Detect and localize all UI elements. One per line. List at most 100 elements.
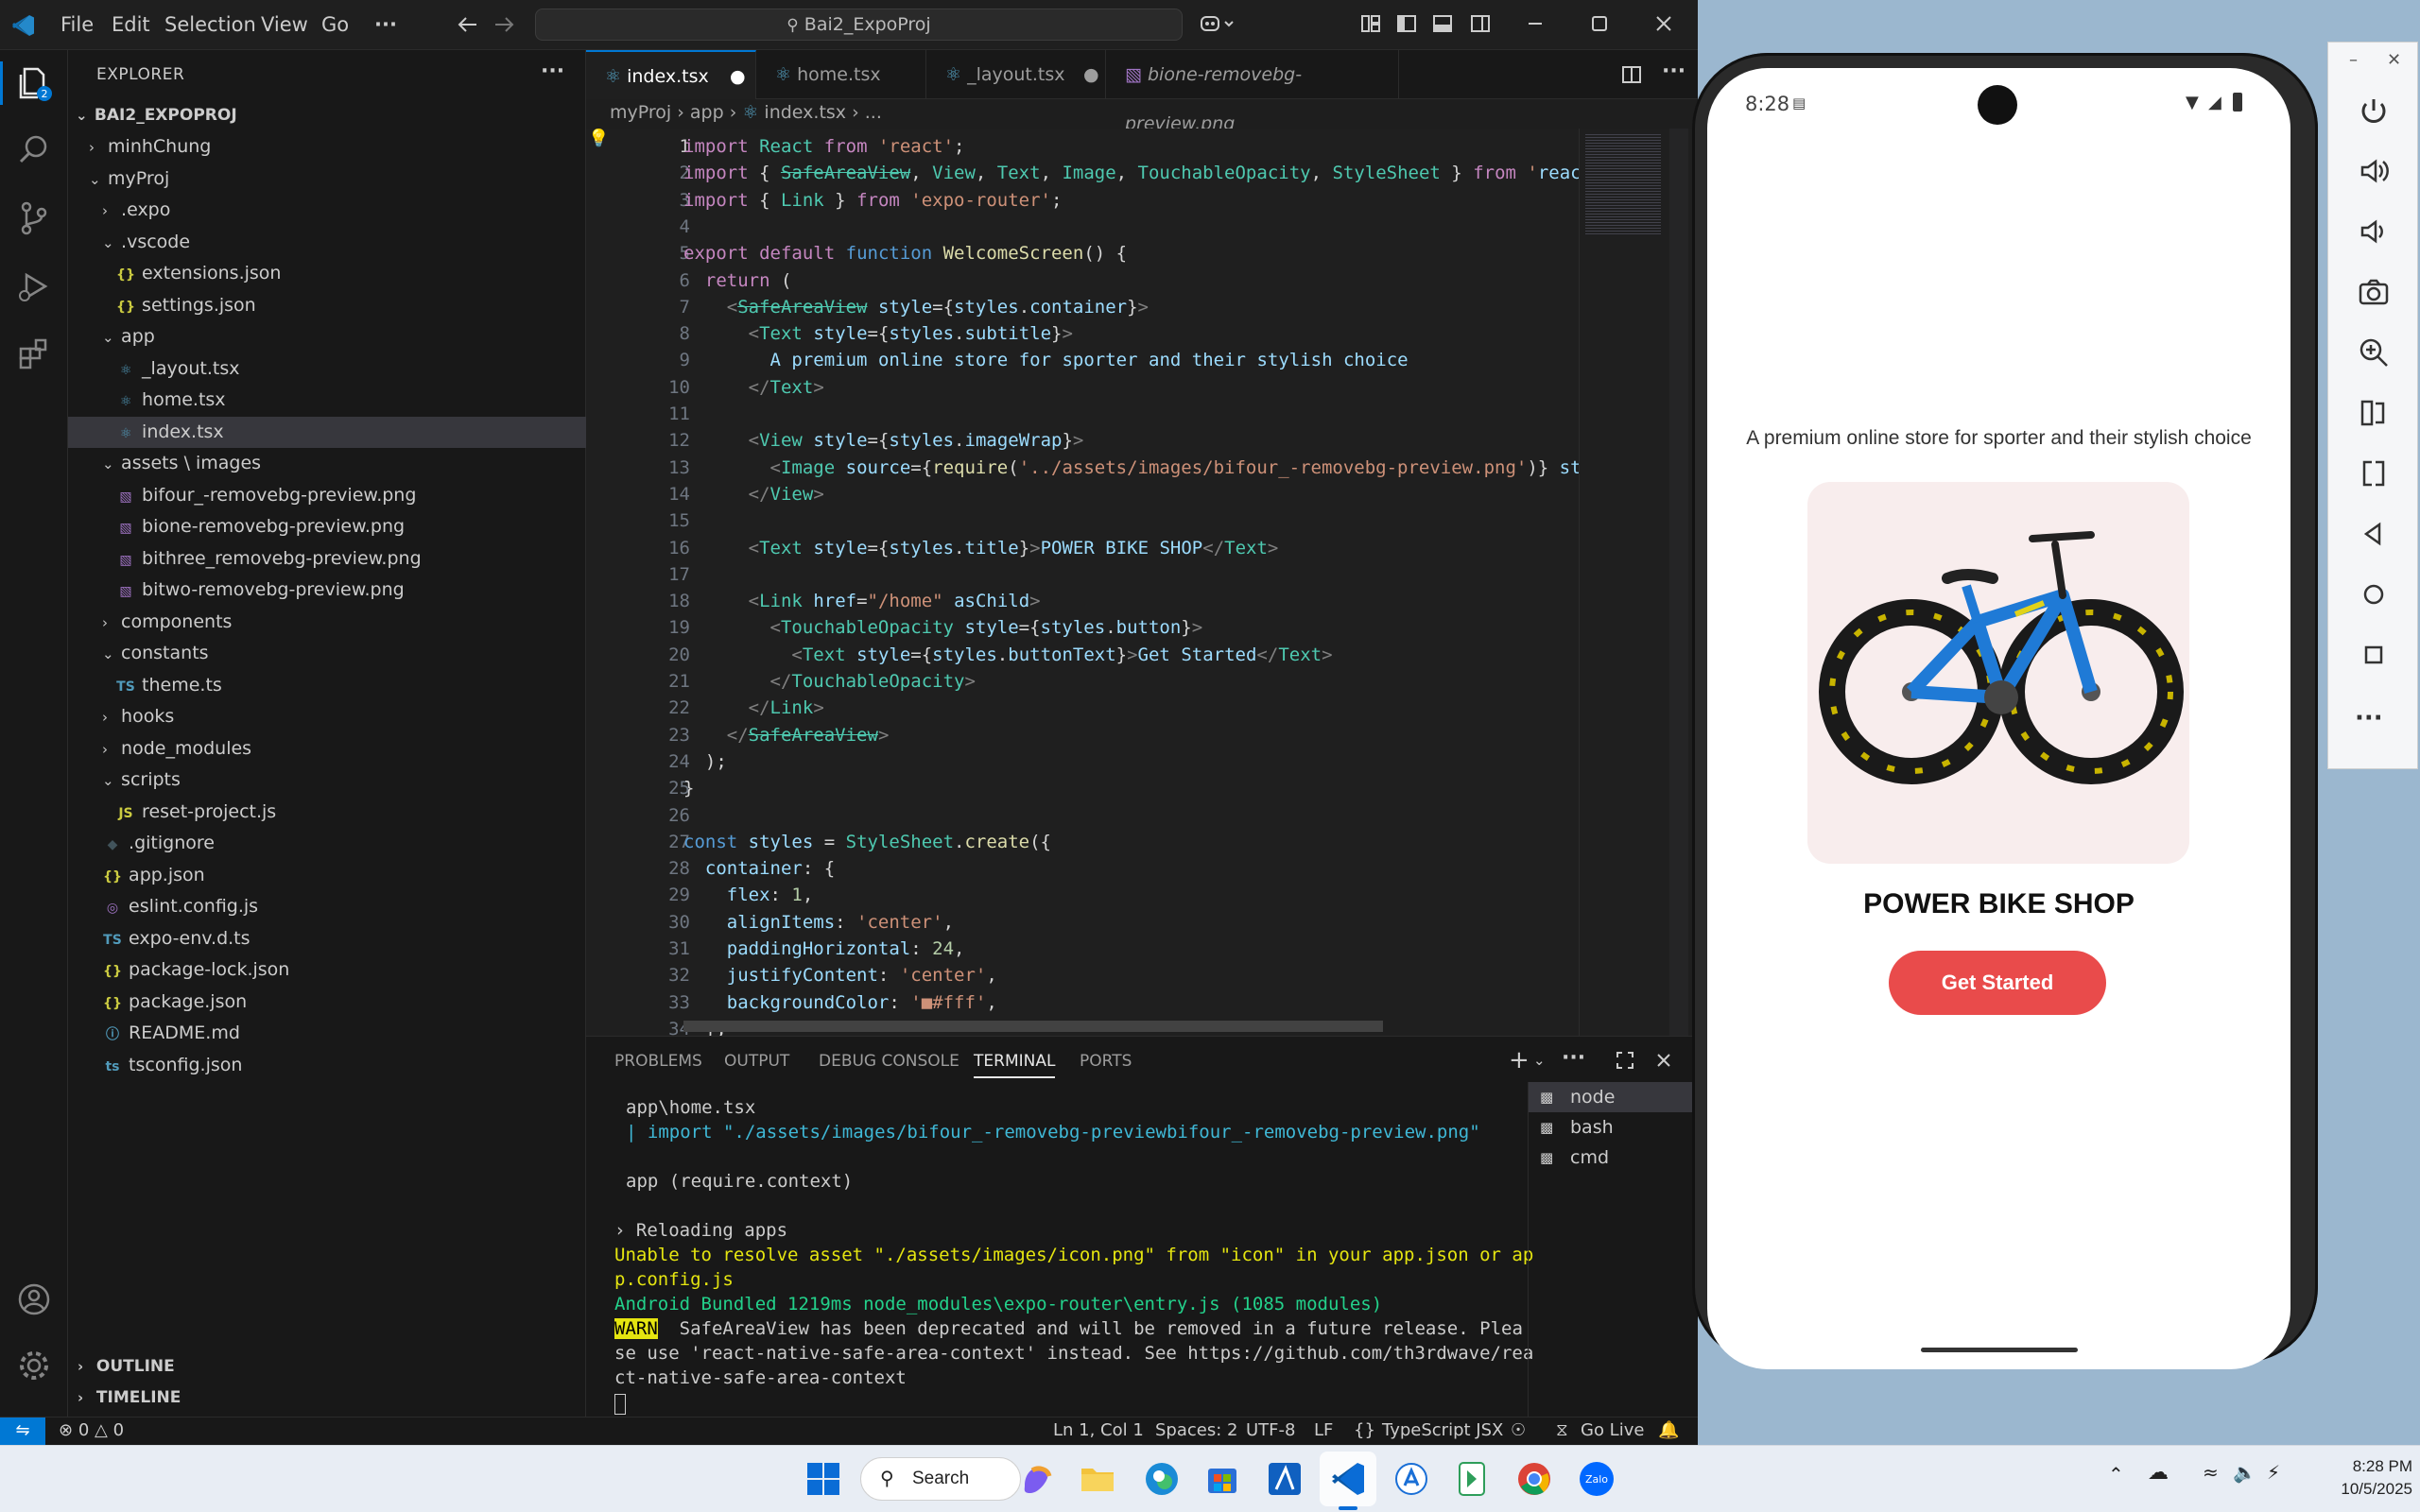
camera-icon[interactable]: [2357, 275, 2391, 309]
file-item[interactable]: ts tsconfig.json: [68, 1050, 586, 1081]
tab-bione-png[interactable]: ▧ bione-removebg-preview.png: [1106, 50, 1399, 134]
close-panel-icon[interactable]: [1654, 1051, 1673, 1070]
code-line[interactable]: <TouchableOpacity style={styles.button}>: [683, 617, 1203, 638]
file-item[interactable]: ⓘ README.md: [68, 1018, 586, 1049]
fold-icon[interactable]: [2357, 396, 2391, 430]
code-line[interactable]: <Text style={styles.title}>POWER BIKE SH…: [683, 538, 1279, 558]
file-item[interactable]: TS theme.ts: [68, 670, 586, 701]
explorer-icon[interactable]: 2: [15, 63, 53, 101]
code-line[interactable]: alignItems: 'center',: [683, 912, 954, 933]
menu-view[interactable]: View: [261, 13, 308, 36]
minimize-icon[interactable]: –: [2349, 50, 2358, 70]
indentation[interactable]: Spaces: 2: [1155, 1418, 1237, 1444]
code-line[interactable]: <Text style={styles.subtitle}>: [683, 323, 1073, 344]
edge-browser-icon[interactable]: [1140, 1457, 1184, 1501]
terminal-item-bash[interactable]: ▩ bash: [1529, 1112, 1698, 1143]
android-studio-icon[interactable]: [1450, 1457, 1494, 1501]
code-line[interactable]: flex: 1,: [683, 885, 814, 905]
file-item[interactable]: JS reset-project.js: [68, 797, 586, 828]
copilot-status-icon[interactable]: ☉: [1511, 1418, 1526, 1444]
file-item[interactable]: {} app.json: [68, 860, 586, 891]
battery-icon[interactable]: ⚡: [2267, 1461, 2280, 1484]
toggle-sidebar-icon[interactable]: [1395, 12, 1418, 35]
more-actions-icon[interactable]: ···: [1662, 60, 1685, 83]
source-control-icon[interactable]: [15, 199, 53, 237]
tab-debug-console[interactable]: DEBUG CONSOLE: [819, 1052, 959, 1071]
forward-arrow-icon[interactable]: [492, 12, 516, 37]
code-line[interactable]: export default function WelcomeScreen() …: [683, 243, 1127, 264]
cursor-position[interactable]: Ln 1, Col 1: [1053, 1418, 1144, 1444]
breadcrumb-item[interactable]: ...: [865, 102, 882, 123]
app-installer-icon[interactable]: [1390, 1457, 1433, 1501]
menu-more[interactable]: ···: [374, 13, 397, 36]
code-line[interactable]: return (: [683, 270, 792, 291]
wifi-icon[interactable]: ≈: [2203, 1461, 2219, 1484]
search-icon[interactable]: [15, 131, 53, 169]
volume-up-icon[interactable]: [2357, 154, 2391, 188]
unsaved-dot-icon[interactable]: ●: [730, 52, 746, 101]
code-line[interactable]: </SafeAreaView>: [683, 725, 890, 746]
command-center-search[interactable]: ⚲ Bai2_ExpoProj: [535, 9, 1183, 41]
unsaved-dot-icon[interactable]: ●: [1083, 50, 1099, 99]
back-triangle-icon[interactable]: [2357, 517, 2391, 551]
overview-square-icon[interactable]: [2357, 638, 2391, 672]
code-line[interactable]: paddingHorizontal: 24,: [683, 938, 965, 959]
outline-section[interactable]: › OUTLINE: [68, 1351, 586, 1383]
encoding[interactable]: UTF-8: [1246, 1418, 1295, 1444]
maximize-icon[interactable]: [1588, 12, 1611, 35]
file-item[interactable]: ▧ bithree_removebg-preview.png: [68, 543, 586, 575]
minimize-icon[interactable]: [1524, 12, 1547, 35]
volume-down-icon[interactable]: [2357, 215, 2391, 249]
code-line[interactable]: <SafeAreaView style={styles.container}>: [683, 297, 1149, 318]
menu-edit[interactable]: Edit: [112, 13, 150, 36]
code-line[interactable]: import { Link } from 'expo-router';: [683, 190, 1062, 211]
folder-item[interactable]: ⌄ myProj: [68, 163, 586, 195]
tab-output[interactable]: OUTPUT: [724, 1052, 789, 1071]
tab-layout-tsx[interactable]: ⚛ _layout.tsx ●: [926, 50, 1106, 99]
language-mode[interactable]: TypeScript JSX: [1382, 1418, 1503, 1444]
unfold-icon[interactable]: [2357, 456, 2391, 490]
code-line[interactable]: container: {: [683, 858, 835, 879]
menu-file[interactable]: File: [60, 13, 94, 36]
file-item[interactable]: {} package-lock.json: [68, 954, 586, 986]
tab-ports[interactable]: PORTS: [1080, 1052, 1132, 1071]
more-actions-icon[interactable]: ···: [1562, 1046, 1585, 1070]
chevron-up-icon[interactable]: ⌃: [2108, 1463, 2124, 1486]
code-line[interactable]: <View style={styles.imageWrap}>: [683, 430, 1084, 451]
minimap[interactable]: [1579, 129, 1668, 1036]
file-item[interactable]: ⚛ index.tsx: [68, 416, 586, 448]
split-editor-icon[interactable]: [1620, 63, 1643, 86]
terminal-item-node[interactable]: ▩ node: [1529, 1082, 1698, 1112]
copilot-icon[interactable]: [1199, 12, 1238, 37]
new-terminal-icon[interactable]: +: [1509, 1046, 1530, 1074]
vertical-scrollbar[interactable]: [1669, 129, 1688, 1036]
folder-item[interactable]: › .expo: [68, 195, 586, 226]
terminal-item-cmd[interactable]: ▩ cmd: [1529, 1143, 1698, 1173]
toggle-secondary-sidebar-icon[interactable]: [1469, 12, 1492, 35]
problems-status[interactable]: ⊗ 0 △ 0: [59, 1418, 124, 1444]
close-icon[interactable]: ✕: [2387, 50, 2401, 70]
code-line[interactable]: backgroundColor: '■#fff',: [683, 992, 997, 1013]
remote-indicator-icon[interactable]: ⇋: [0, 1418, 45, 1445]
file-item[interactable]: {} package.json: [68, 987, 586, 1018]
tab-home-tsx[interactable]: ⚛ home.tsx: [756, 50, 926, 99]
folder-item[interactable]: ⌄ app: [68, 321, 586, 352]
tab-problems[interactable]: PROBLEMS: [614, 1052, 702, 1071]
zoom-icon[interactable]: [2357, 335, 2391, 369]
code-line[interactable]: justifyContent: 'center',: [683, 965, 997, 986]
file-item[interactable]: {} settings.json: [68, 290, 586, 321]
file-item[interactable]: TS expo-env.d.ts: [68, 923, 586, 954]
code-line[interactable]: </TouchableOpacity>: [683, 671, 976, 692]
code-line[interactable]: const styles = StyleSheet.create({: [683, 832, 1051, 852]
more-options-icon[interactable]: ···: [2355, 704, 2383, 732]
code-line[interactable]: </Link>: [683, 697, 824, 718]
code-line[interactable]: <Text style={styles.buttonText}>Get Star…: [683, 644, 1332, 665]
vscode-app-icon[interactable]: [1326, 1457, 1370, 1501]
code-line[interactable]: <Link href="/home" asChild>: [683, 591, 1041, 611]
file-item[interactable]: ◎ eslint.config.js: [68, 891, 586, 922]
extensions-icon[interactable]: [15, 335, 53, 373]
breadcrumb-item[interactable]: app: [690, 102, 724, 123]
code-editor[interactable]: 💡 1 import React from 'react'; 2 import { S…: [586, 129, 1698, 1036]
code-line[interactable]: </View>: [683, 484, 824, 505]
file-item[interactable]: ▧ bitwo-removebg-preview.png: [68, 575, 586, 606]
